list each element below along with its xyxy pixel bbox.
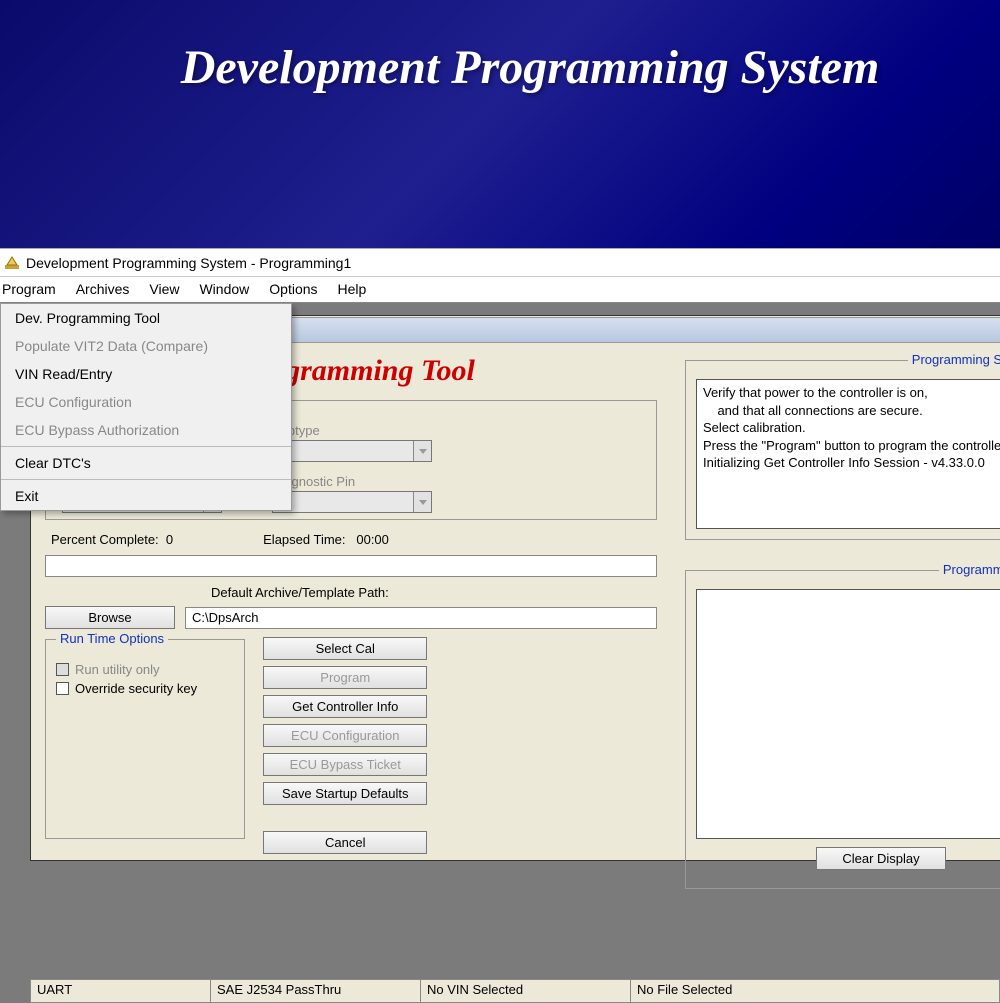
percent-complete: Percent Complete: 0 [51,532,173,547]
subtype-label: Subtype [272,423,432,438]
path-input[interactable] [185,607,657,629]
sequence-text: Verify that power to the controller is o… [696,379,1000,529]
app-icon [4,255,20,271]
runtime-legend: Run Time Options [56,631,168,646]
data-text [696,589,1000,839]
banner-title: Development Programming System [0,0,1000,145]
menubar: Program Archives View Window Options Hel… [0,277,1000,303]
program-dropdown: Dev. Programming Tool Populate VIT2 Data… [0,303,292,511]
titlebar: Development Programming System - Program… [0,249,1000,277]
save-startup-defaults-button[interactable]: Save Startup Defaults [263,782,427,805]
menu-exit[interactable]: Exit [1,482,291,510]
check-override-security[interactable]: Override security key [56,681,234,696]
path-label: Default Archive/Template Path: [41,585,661,602]
diagpin-combo [272,491,432,513]
clear-display-button[interactable]: Clear Display [816,847,946,870]
runtime-groupbox: Run Time Options Run utility only Overri… [45,639,245,839]
statusbar: UART SAE J2534 PassThru No VIN Selected … [30,979,1000,1003]
menu-options[interactable]: Options [259,277,327,302]
menu-populate-vit2: Populate VIT2 Data (Compare) [1,332,291,360]
ecu-bypass-button: ECU Bypass Ticket [263,753,427,776]
menu-view[interactable]: View [139,277,189,302]
menu-window[interactable]: Window [189,277,259,302]
app-window: Development Programming System - Program… [0,248,1000,1003]
menu-dev-prog-tool[interactable]: Dev. Programming Tool [1,304,291,332]
elapsed-time: Elapsed Time: 00:00 [263,532,389,547]
menu-archives[interactable]: Archives [66,277,140,302]
menu-ecu-config: ECU Configuration [1,388,291,416]
sequence-legend: Programming Sequence [908,352,1000,367]
get-controller-info-button[interactable]: Get Controller Info [263,695,427,718]
ecu-config-button: ECU Configuration [263,724,427,747]
subtype-combo [272,440,432,462]
chevron-down-icon [413,492,431,512]
status-file: No File Selected [630,979,1000,1003]
diagpin-label: Diagnostic Pin [272,474,432,489]
data-legend: Programming Data [939,562,1000,577]
chevron-down-icon [413,441,431,461]
menu-help[interactable]: Help [328,277,377,302]
menu-vin-read[interactable]: VIN Read/Entry [1,360,291,388]
progress-bar [45,555,657,577]
window-title: Development Programming System - Program… [26,255,351,271]
status-interface: SAE J2534 PassThru [210,979,420,1003]
select-cal-button[interactable]: Select Cal [263,637,427,660]
status-protocol: UART [30,979,210,1003]
menu-clear-dtc[interactable]: Clear DTC's [1,449,291,477]
cancel-button[interactable]: Cancel [263,831,427,854]
data-groupbox: Programming Data Clear Display [685,570,1000,889]
checkbox-icon [56,663,69,676]
menu-program[interactable]: Program [0,277,66,302]
check-run-utility: Run utility only [56,662,234,677]
checkbox-icon[interactable] [56,682,69,695]
sequence-groupbox: Programming Sequence Verify that power t… [685,360,1000,540]
program-button: Program [263,666,427,689]
status-vin: No VIN Selected [420,979,630,1003]
browse-button[interactable]: Browse [45,606,175,629]
menu-ecu-bypass: ECU Bypass Authorization [1,416,291,444]
